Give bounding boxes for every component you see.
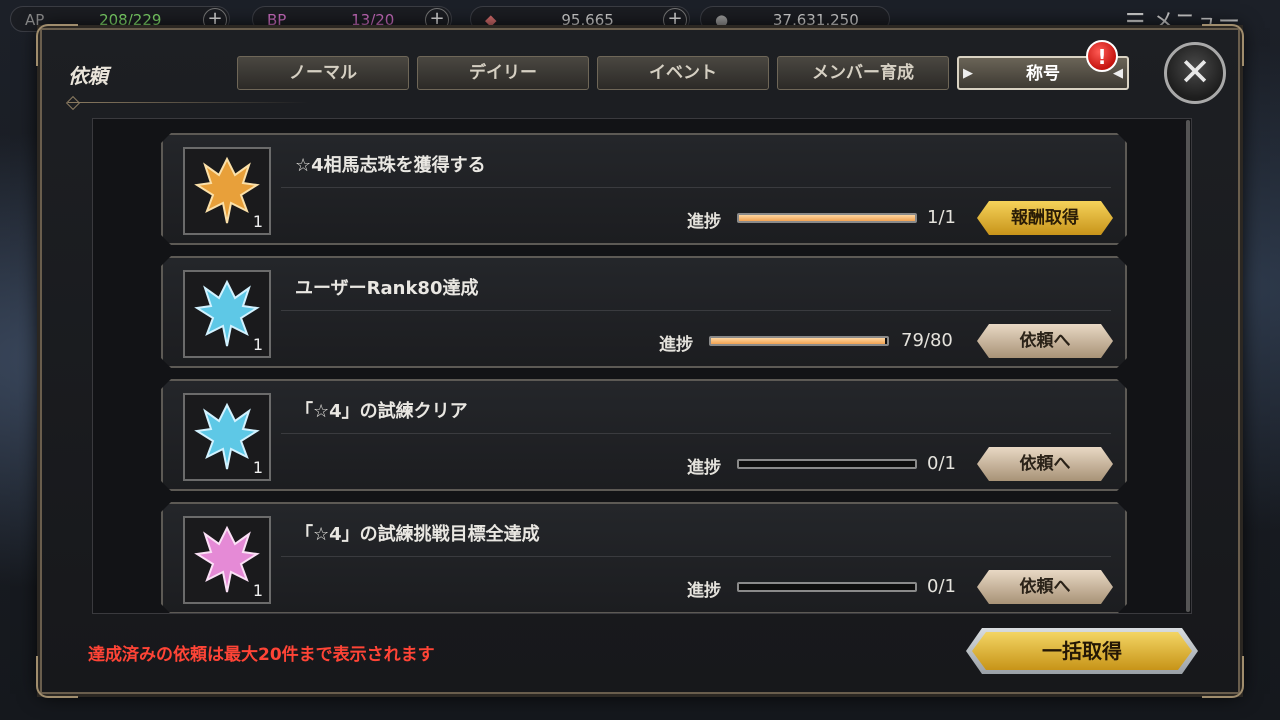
bulk-claim-button[interactable]: 一括取得 xyxy=(966,628,1198,674)
tab-bar: ノーマル デイリー イベント メンバー育成 ▶ 称号 ◀ xyxy=(237,56,1129,90)
bulk-claim-label: 一括取得 xyxy=(972,632,1192,670)
quest-reward-icon: 1 xyxy=(183,393,271,481)
claim-reward-button[interactable]: 報酬取得 xyxy=(977,201,1113,235)
progress-bar xyxy=(737,582,917,592)
progress-text: 0/1 xyxy=(927,453,956,474)
progress-text: 1/1 xyxy=(927,207,956,228)
progress-bar xyxy=(737,213,917,223)
currency2-value: 37,631,250 xyxy=(772,11,859,29)
divider xyxy=(281,187,1111,188)
quest-reward-icon: 1 xyxy=(183,516,271,604)
close-button[interactable]: ✕ xyxy=(1164,42,1226,104)
progress-label: 進捗 xyxy=(687,212,721,232)
progress-bar xyxy=(709,336,889,346)
quest-item: 1 ユーザーRank80達成 進捗 79/80 依頼へ xyxy=(161,256,1127,368)
title-ornament xyxy=(68,102,308,103)
tab-event[interactable]: イベント xyxy=(597,56,769,90)
alert-badge: ! xyxy=(1086,40,1118,72)
divider xyxy=(281,310,1111,311)
quest-reward-icon: 1 xyxy=(183,270,271,358)
quest-modal: 依頼 ノーマル デイリー イベント メンバー育成 ▶ 称号 ◀ ! ✕ 1 ☆4… xyxy=(36,24,1244,698)
icon-count: 1 xyxy=(252,212,263,231)
bp-value: 13/20 xyxy=(351,11,395,29)
footer-note: 達成済みの依頼は最大20件まで表示されます xyxy=(88,645,435,665)
tab-member-training[interactable]: メンバー育成 xyxy=(777,56,949,90)
progress-text: 79/80 xyxy=(901,330,953,351)
progress-label: 進捗 xyxy=(687,581,721,601)
quest-title: 「☆4」の試練クリア xyxy=(295,401,468,422)
frame-corner xyxy=(36,656,78,698)
icon-count: 1 xyxy=(252,581,263,600)
bp-label: BP xyxy=(267,11,287,29)
quest-title: 「☆4」の試練挑戦目標全達成 xyxy=(295,524,540,545)
chevron-right-icon: ▶ xyxy=(963,66,973,81)
progress-bar xyxy=(737,459,917,469)
quest-item: 1 ☆4相馬志珠を獲得する 進捗 1/1 報酬取得 xyxy=(161,133,1127,245)
quest-title: ☆4相馬志珠を獲得する xyxy=(295,155,486,176)
quest-list[interactable]: 1 ☆4相馬志珠を獲得する 進捗 1/1 報酬取得 1 ユーザーRank80達成… xyxy=(92,118,1192,614)
tab-normal[interactable]: ノーマル xyxy=(237,56,409,90)
crystal-icon: ◆ xyxy=(485,11,497,29)
progress-bar-fill xyxy=(711,338,885,344)
divider xyxy=(281,556,1111,557)
frame-corner xyxy=(1202,656,1244,698)
quest-title: ユーザーRank80達成 xyxy=(295,278,479,299)
divider xyxy=(281,433,1111,434)
progress-label: 進捗 xyxy=(659,335,693,355)
tab-daily[interactable]: デイリー xyxy=(417,56,589,90)
go-to-quest-button[interactable]: 依頼へ xyxy=(977,570,1113,604)
modal-title: 依頼 xyxy=(68,64,108,88)
ap-value: 208/229 xyxy=(99,11,162,29)
progress-bar-fill xyxy=(739,215,915,221)
coin-icon: ● xyxy=(715,11,729,29)
quest-reward-icon: 1 xyxy=(183,147,271,235)
icon-count: 1 xyxy=(252,335,263,354)
quest-item: 1 「☆4」の試練挑戦目標全達成 進捗 0/1 依頼へ xyxy=(161,502,1127,614)
go-to-quest-button[interactable]: 依頼へ xyxy=(977,324,1113,358)
currency1-value: 95,665 xyxy=(561,11,614,29)
go-to-quest-button[interactable]: 依頼へ xyxy=(977,447,1113,481)
progress-label: 進捗 xyxy=(687,458,721,478)
scrollbar[interactable] xyxy=(1186,120,1190,612)
icon-count: 1 xyxy=(252,458,263,477)
progress-text: 0/1 xyxy=(927,576,956,597)
tab-title-label: 称号 xyxy=(1026,64,1060,84)
close-icon: ✕ xyxy=(1179,50,1211,94)
quest-item: 1 「☆4」の試練クリア 進捗 0/1 依頼へ xyxy=(161,379,1127,491)
